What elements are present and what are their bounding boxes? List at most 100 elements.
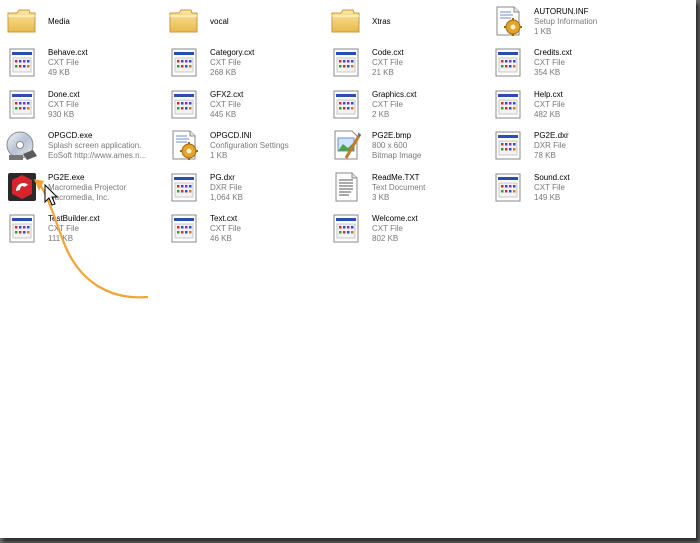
folder-icon — [167, 4, 207, 44]
file-view: Media vocal Xtras AUTORUN.INF Setup Infor… — [0, 0, 700, 543]
file-size: 149 KB — [534, 193, 561, 202]
file-item-autorun[interactable]: AUTORUN.INF Setup Information 1 KB — [491, 4, 653, 44]
file-name: PG.dxr — [210, 173, 235, 182]
file-size: 1,064 KB — [210, 193, 243, 202]
folder-icon — [5, 4, 45, 44]
file-name: GFX2.cxt — [210, 90, 244, 99]
file-type: DXR File — [210, 183, 243, 192]
file-name: Category.cxt — [210, 48, 255, 57]
file-item-pg2e-bmp[interactable]: PG2E.bmp 800 x 600 Bitmap Image — [329, 128, 491, 168]
file-type: CXT File — [210, 100, 241, 109]
cxt-file-icon — [491, 45, 531, 85]
file-info: vocal — [210, 17, 229, 27]
file-type: CXT File — [372, 224, 403, 233]
file-info: Help.cxt CXT File 482 KB — [534, 90, 565, 120]
file-info: PG2E.exe Macromedia Projector Macromedia, … — [48, 173, 126, 203]
file-type: CXT File — [534, 58, 565, 67]
file-item-sound[interactable]: Sound.cxt CXT File 149 KB — [491, 170, 653, 210]
file-size: 46 KB — [210, 234, 232, 243]
file-name: Help.cxt — [534, 90, 563, 99]
file-item-pg2e-dxr[interactable]: PG2E.dxr DXR File 78 KB — [491, 128, 653, 168]
file-info: PG2E.bmp 800 x 600 Bitmap Image — [372, 131, 421, 161]
cxt-file-icon — [5, 211, 45, 251]
cxt-file-icon — [5, 45, 45, 85]
file-item-graphics[interactable]: Graphics.cxt CXT File 2 KB — [329, 87, 491, 127]
file-size: 111 KB — [48, 234, 74, 243]
folder-icon — [329, 4, 369, 44]
file-info: Done.cxt CXT File 930 KB — [48, 90, 80, 120]
cd-file-icon — [5, 128, 45, 168]
file-name: Behave.cxt — [48, 48, 88, 57]
file-info: Xtras — [372, 17, 391, 27]
file-name: OPGCD.exe — [48, 131, 93, 140]
file-name: TestBuilder.cxt — [48, 214, 100, 223]
file-type: Configuration Settings — [210, 141, 289, 150]
file-item-gfx2[interactable]: GFX2.cxt CXT File 445 KB — [167, 87, 329, 127]
file-name: Xtras — [372, 17, 391, 26]
file-name: Graphics.cxt — [372, 90, 417, 99]
file-item-code[interactable]: Code.cxt CXT File 21 KB — [329, 45, 491, 85]
file-size: 21 KB — [372, 68, 394, 77]
file-info: GFX2.cxt CXT File 445 KB — [210, 90, 243, 120]
file-item-pg2e-exe[interactable]: PG2E.exe Macromedia Projector Macromedia, … — [5, 170, 167, 210]
file-item-welcome[interactable]: Welcome.cxt CXT File 802 KB — [329, 211, 491, 251]
file-info: Graphics.cxt CXT File 2 KB — [372, 90, 416, 120]
projector-file-icon — [5, 170, 45, 210]
file-type: CXT File — [210, 58, 241, 67]
file-name: Text.cxt — [210, 214, 238, 223]
file-size: 2 KB — [372, 110, 390, 119]
file-item-opgcd-ini[interactable]: OPGCD.INI Configuration Settings 1 KB — [167, 128, 329, 168]
file-size: 354 KB — [534, 68, 561, 77]
file-info: OPGCD.exe Splash screen application. EoSof… — [48, 131, 146, 161]
cxt-file-icon — [167, 170, 207, 210]
file-name: Credits.cxt — [534, 48, 572, 57]
file-item-media[interactable]: Media — [5, 4, 167, 44]
file-info: AUTORUN.INF Setup Information 1 KB — [534, 7, 597, 37]
file-size: 802 KB — [372, 234, 399, 243]
file-type: CXT File — [210, 224, 241, 233]
file-item-done[interactable]: Done.cxt CXT File 930 KB — [5, 87, 167, 127]
file-item-credits[interactable]: Credits.cxt CXT File 354 KB — [491, 45, 653, 85]
file-name: Welcome.cxt — [372, 214, 418, 223]
file-item-pg-dxr[interactable]: PG.dxr DXR File 1,064 KB — [167, 170, 329, 210]
file-type: CXT File — [48, 100, 79, 109]
file-size: 482 KB — [534, 110, 561, 119]
file-type: Setup Information — [534, 17, 598, 26]
file-item-opgcd-exe[interactable]: OPGCD.exe Splash screen application. EoSof… — [5, 128, 167, 168]
file-type: CXT File — [48, 224, 79, 233]
cxt-file-icon — [329, 45, 369, 85]
file-item-category[interactable]: Category.cxt CXT File 268 KB — [167, 45, 329, 85]
cxt-file-icon — [491, 128, 531, 168]
file-type: CXT File — [534, 183, 565, 192]
file-type: CXT File — [48, 58, 79, 67]
file-size: Macromedia, Inc. — [48, 193, 110, 202]
file-name: Sound.cxt — [534, 173, 570, 182]
file-info: Text.cxt CXT File 46 KB — [210, 214, 241, 244]
cxt-file-icon — [167, 87, 207, 127]
file-name: Done.cxt — [48, 90, 80, 99]
file-item-testbuilder[interactable]: TestBuilder.cxt CXT File 111 KB — [5, 211, 167, 251]
txt-file-icon — [329, 170, 369, 210]
file-name: AUTORUN.INF — [534, 7, 589, 16]
file-info: Media — [48, 17, 70, 27]
file-type: CXT File — [534, 100, 565, 109]
file-type: Text Document — [372, 183, 426, 192]
file-size: 930 KB — [48, 110, 75, 119]
file-info: PG.dxr DXR File 1,064 KB — [210, 173, 243, 203]
file-info: Code.cxt CXT File 21 KB — [372, 48, 404, 78]
file-info: Welcome.cxt CXT File 802 KB — [372, 214, 418, 244]
file-item-readme[interactable]: ReadMe.TXT Text Document 3 KB — [329, 170, 491, 210]
file-type: 800 x 600 — [372, 141, 408, 150]
cxt-file-icon — [491, 170, 531, 210]
file-size: EoSoft http://www.ames.n... — [48, 151, 147, 160]
inf-file-icon — [491, 4, 531, 44]
file-item-text[interactable]: Text.cxt CXT File 46 KB — [167, 211, 329, 251]
file-item-behave[interactable]: Behave.cxt CXT File 49 KB — [5, 45, 167, 85]
file-type: CXT File — [372, 100, 403, 109]
file-item-vocal[interactable]: vocal — [167, 4, 329, 44]
file-item-help[interactable]: Help.cxt CXT File 482 KB — [491, 87, 653, 127]
file-info: Credits.cxt CXT File 354 KB — [534, 48, 572, 78]
file-type: Splash screen application. — [48, 141, 142, 150]
file-type: Macromedia Projector — [48, 183, 127, 192]
file-item-xtras[interactable]: Xtras — [329, 4, 491, 44]
